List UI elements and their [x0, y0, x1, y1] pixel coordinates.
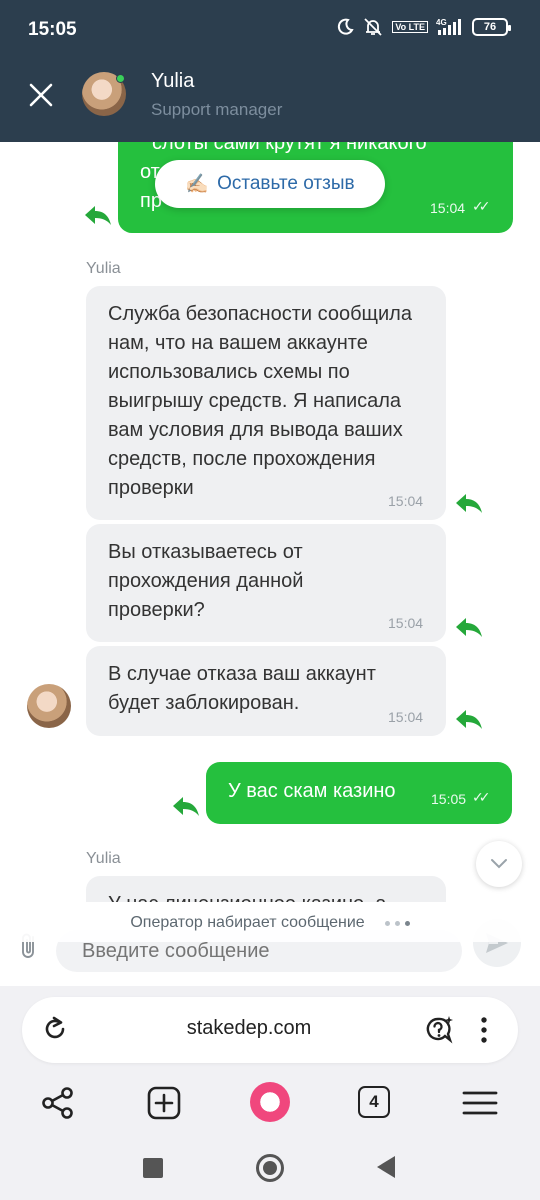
typing-dots-icon — [384, 920, 410, 926]
agent-role: Support manager — [151, 100, 283, 119]
reply-arrow-icon[interactable] — [84, 204, 112, 226]
reply-arrow-icon[interactable] — [172, 795, 200, 817]
incoming-message[interactable]: Служба безопасности сообщила нам, что на… — [86, 286, 446, 520]
reply-arrow-icon[interactable] — [455, 708, 483, 730]
message-time: 15:04 — [388, 493, 424, 509]
online-status-dot — [116, 74, 125, 83]
back-button[interactable] — [377, 1156, 395, 1178]
typing-indicator: Оператор набирает сообщение — [0, 904, 540, 942]
reply-arrow-icon[interactable] — [455, 616, 483, 638]
status-icons: Vo LTE 4G 76 — [336, 17, 511, 37]
typing-text: Оператор набирает сообщение — [130, 914, 365, 931]
scroll-down-button[interactable] — [476, 841, 522, 887]
status-time: 15:05 — [28, 19, 77, 40]
share-icon[interactable] — [40, 1085, 76, 1121]
status-bar: 15:05 Vo LTE 4G 76 — [0, 0, 540, 50]
reply-arrow-icon[interactable] — [455, 492, 483, 514]
message-text: У вас скам казино — [228, 780, 396, 802]
chevron-down-icon — [491, 859, 507, 869]
message-text: Вы отказываетесь от прохождения данной п… — [108, 541, 304, 621]
message-list[interactable]: слоты сами крутят я никакого от пр 15:04… — [0, 142, 540, 902]
message-time: 15:05 — [431, 791, 467, 807]
sender-label: Yulia — [86, 850, 121, 867]
leave-review-label: Оставьте отзыв — [217, 173, 355, 194]
recents-button[interactable] — [143, 1158, 163, 1178]
message-text: У нас лицензионное казино, а — [108, 890, 424, 902]
tabs-count-button[interactable]: 4 — [358, 1086, 390, 1118]
incoming-message[interactable]: В случае отказа ваш аккаунт будет заблок… — [86, 646, 446, 736]
message-time: 15:04 — [430, 200, 466, 216]
ai-assistant-icon[interactable] — [423, 1014, 455, 1046]
close-icon[interactable] — [26, 80, 56, 110]
menu-icon[interactable] — [462, 1085, 498, 1121]
message-text: Служба безопасности сообщила нам, что на… — [108, 303, 412, 499]
screen: 15:05 Vo LTE 4G 76 Yulia Support manager… — [0, 0, 540, 1200]
alice-assistant-icon[interactable] — [250, 1082, 290, 1122]
home-button[interactable] — [256, 1154, 284, 1182]
read-ticks-icon: ✓✓ — [472, 198, 491, 214]
message-time: 15:04 — [388, 615, 424, 631]
message-time: 15:04 — [388, 709, 424, 725]
signal-4g-icon: 4G — [436, 18, 461, 35]
sender-label: Yulia — [86, 260, 121, 277]
do-not-disturb-moon-icon — [338, 18, 354, 35]
incoming-message[interactable]: Вы отказываетесь от прохождения данной п… — [86, 524, 446, 642]
battery-icon: 76 — [472, 18, 511, 36]
svg-text:4G: 4G — [436, 18, 447, 27]
incoming-message[interactable]: У нас лицензионное казино, а — [86, 876, 446, 902]
message-text: В случае отказа ваш аккаунт будет заблок… — [108, 663, 376, 714]
outgoing-message[interactable]: У вас скам казино 15:05 ✓✓ — [206, 762, 512, 824]
leave-review-button[interactable]: ✍🏻 Оставьте отзыв — [155, 160, 385, 208]
more-options-icon[interactable] — [478, 1016, 490, 1044]
writing-hand-icon: ✍🏻 — [185, 174, 210, 195]
read-ticks-icon: ✓✓ — [472, 789, 491, 805]
new-tab-icon[interactable] — [146, 1085, 182, 1121]
chat-header — [0, 48, 540, 142]
agent-avatar — [27, 684, 71, 728]
muted-bell-icon — [364, 18, 382, 36]
agent-name: Yulia — [151, 70, 195, 92]
message-text-line: слоты сами крутят я никакого — [152, 142, 427, 154]
volte-icon: Vo LTE — [392, 21, 428, 33]
